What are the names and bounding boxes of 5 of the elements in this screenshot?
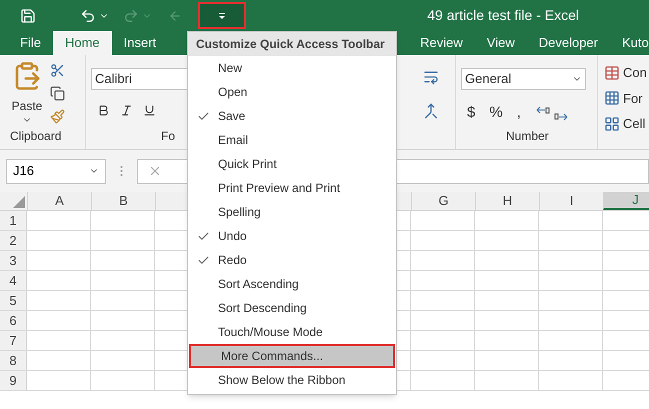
group-label: Clipboard xyxy=(10,128,62,145)
group-label: Fo xyxy=(161,128,176,145)
menu-title: Customize Quick Access Toolbar xyxy=(188,32,396,56)
window-title: 49 article test file - Excel xyxy=(427,6,579,25)
group-label: Number xyxy=(506,128,550,145)
